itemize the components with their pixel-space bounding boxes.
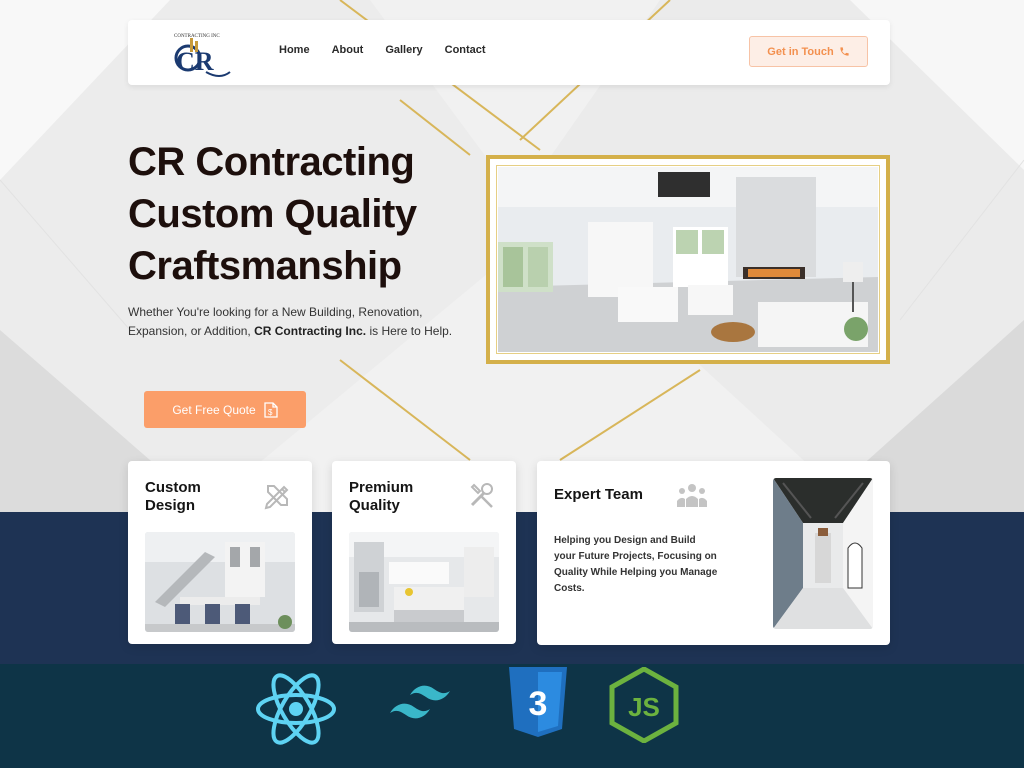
hero-title-line-2: Custom Quality — [128, 192, 417, 236]
svg-text:JS: JS — [628, 692, 660, 722]
hero-title-line-1: CR Contracting — [128, 140, 415, 184]
nav-about[interactable]: About — [332, 44, 364, 56]
hero-subtitle-end: is Here to Help. — [366, 324, 453, 338]
invoice-icon: $ — [264, 401, 278, 418]
hero-title: CR Contracting Custom Quality Craftsmans… — [128, 136, 488, 292]
hero-title-line-3: Craftsmanship — [128, 244, 402, 288]
svg-text:3: 3 — [529, 685, 548, 723]
feature-card-custom-design[interactable]: Custom Design — [128, 461, 312, 644]
nav-contact[interactable]: Contact — [445, 44, 486, 56]
expert-team-description: Helping you Design and Build your Future… — [554, 535, 718, 594]
custom-design-image — [145, 532, 295, 632]
premium-quality-image — [349, 532, 499, 632]
tools-icon — [470, 483, 493, 508]
team-icon — [677, 484, 707, 507]
nav-gallery[interactable]: Gallery — [385, 44, 422, 56]
get-in-touch-label: Get in Touch — [767, 45, 834, 58]
nav-home[interactable]: Home — [279, 44, 310, 56]
get-free-quote-button[interactable]: Get Free Quote $ — [144, 391, 306, 428]
logo-initials: CR — [176, 47, 214, 76]
feature-title: Custom Design — [145, 479, 201, 514]
nodejs-icon: JS — [609, 667, 679, 743]
svg-text:$: $ — [268, 408, 273, 417]
tech-stack: 3 JS — [0, 664, 1024, 768]
react-icon — [256, 673, 336, 745]
expert-team-image — [773, 478, 873, 629]
logo[interactable]: CONTRACTING INC CR — [168, 28, 232, 78]
navbar: CONTRACTING INC CR Home About Gallery Co… — [128, 20, 890, 85]
hero-subtitle: Whether You're looking for a New Buildin… — [128, 303, 458, 341]
get-in-touch-button[interactable]: Get in Touch — [749, 36, 868, 67]
feature-card-expert-team[interactable]: Expert Team Helping you Design and Build… — [537, 461, 890, 645]
css3-icon: 3 — [509, 667, 567, 737]
hero-living-room-image — [498, 167, 878, 352]
hero-subtitle-company: CR Contracting Inc. — [254, 324, 367, 338]
hero-image-frame — [486, 155, 890, 364]
phone-icon — [840, 47, 849, 56]
design-tools-icon — [264, 485, 289, 510]
tailwind-icon — [390, 685, 450, 719]
nav-links: Home About Gallery Contact — [279, 44, 508, 56]
quote-button-label: Get Free Quote — [172, 402, 256, 417]
feature-card-premium-quality[interactable]: Premium Quality — [332, 461, 516, 644]
feature-title: Expert Team — [554, 486, 643, 503]
logo-tagline: CONTRACTING INC — [174, 34, 220, 39]
feature-title: Premium Quality — [349, 479, 414, 514]
